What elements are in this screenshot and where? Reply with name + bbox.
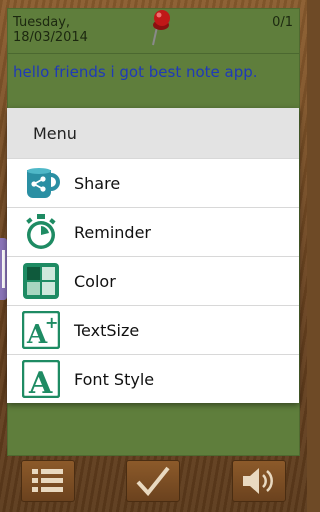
menu-item-label: TextSize <box>74 320 140 340</box>
note-date-day: Tuesday, <box>13 15 71 30</box>
menu-title: Menu <box>7 108 299 158</box>
side-drawer-handle[interactable] <box>0 238 7 300</box>
check-icon <box>136 466 170 496</box>
context-menu: Menu Share Reminder Color A + TextSize A… <box>7 108 299 403</box>
note-date: Tuesday, 18/03/2014 <box>13 15 88 45</box>
menu-item-label: Color <box>74 271 116 291</box>
pushpin-icon <box>152 10 170 46</box>
svg-text:A: A <box>28 366 53 398</box>
save-button[interactable] <box>126 460 180 502</box>
text-size-icon: A + <box>22 311 60 349</box>
menu-item-color[interactable]: Color <box>7 256 299 305</box>
menu-item-share[interactable]: Share <box>7 158 299 207</box>
menu-item-label: Share <box>74 173 121 193</box>
color-grid-icon <box>22 262 60 300</box>
note-header-divider <box>8 53 299 54</box>
svg-text:+: + <box>45 313 58 332</box>
menu-item-label: Reminder <box>74 222 151 242</box>
speak-button[interactable] <box>232 460 286 502</box>
note-header: Tuesday, 18/03/2014 0/1 <box>8 9 299 51</box>
menu-item-label: Font Style <box>74 369 155 389</box>
menu-item-font-style[interactable]: A Font Style <box>7 354 299 403</box>
speaker-icon <box>243 468 273 494</box>
list-icon <box>32 469 63 492</box>
menu-item-reminder[interactable]: Reminder <box>7 207 299 256</box>
menu-item-textsize[interactable]: A + TextSize <box>7 305 299 354</box>
note-date-value: 18/03/2014 <box>13 30 88 45</box>
stopwatch-icon <box>22 213 60 251</box>
list-view-button[interactable] <box>21 460 75 502</box>
share-mug-icon <box>22 164 60 202</box>
page-counter: 0/1 <box>272 15 293 30</box>
font-style-icon: A <box>22 360 60 398</box>
note-body-text[interactable]: hello friends i got best note app. <box>13 63 258 81</box>
